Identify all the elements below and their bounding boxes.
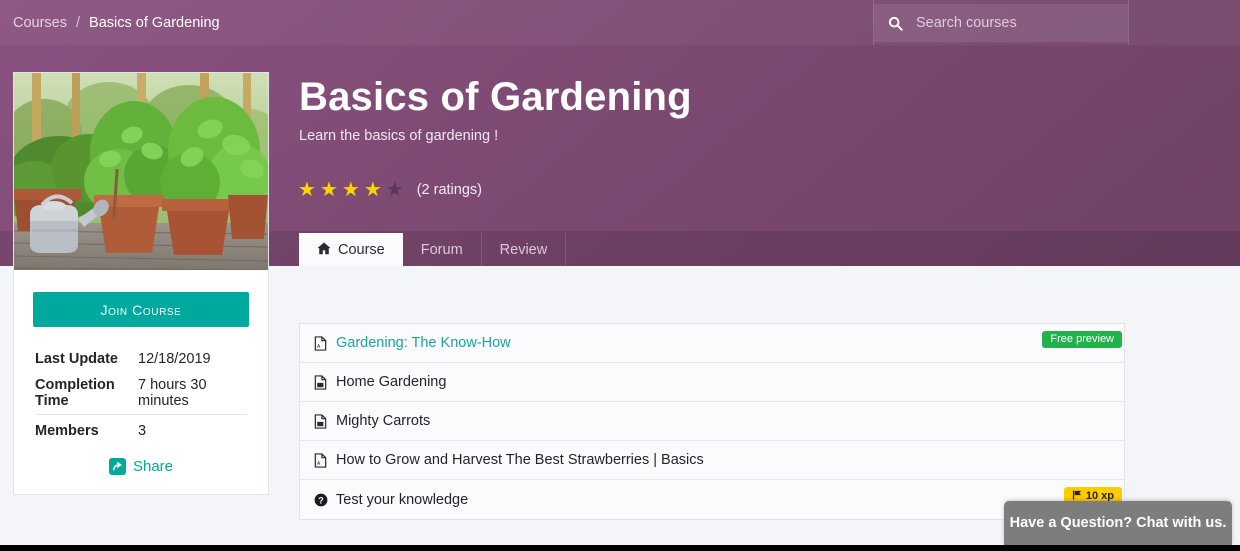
tab-review-label: Review	[499, 241, 548, 258]
home-icon	[317, 242, 331, 258]
star-icon: ★	[298, 179, 316, 201]
share-icon	[108, 458, 126, 475]
star-icon-empty: ★	[385, 179, 404, 201]
meta-key: Members	[35, 414, 138, 444]
list-item[interactable]: Mighty Carrots	[300, 402, 1124, 441]
tab-forum-label: Forum	[420, 241, 463, 258]
meta-key: Last Update	[35, 351, 118, 367]
rating-count-label: (2 ratings)	[416, 182, 482, 198]
tab-course[interactable]: Course	[299, 233, 403, 266]
list-item[interactable]: A Gardening: The Know-How Free preview	[300, 324, 1124, 363]
list-item[interactable]: ? Test your knowledge 10 xp	[300, 480, 1124, 519]
meta-key: Completion Time	[35, 377, 115, 409]
meta-row-last-update: Last Update 12/18/2019	[35, 346, 247, 372]
breadcrumb-separator: /	[76, 14, 81, 31]
meta-row-members: Members 3	[35, 414, 247, 444]
join-course-button[interactable]: Join Course	[33, 292, 249, 327]
meta-value: 3	[138, 414, 247, 444]
course-tabs: Course Forum Review	[299, 233, 567, 266]
search-right-divider	[1128, 0, 1129, 45]
free-preview-badge: Free preview	[1042, 331, 1122, 348]
svg-text:A: A	[317, 461, 321, 467]
meta-row-completion-time: Completion Time 7 hours 30 minutes	[35, 372, 247, 415]
breadcrumb: Courses / Basics of Gardening	[13, 0, 220, 45]
svg-text:A: A	[317, 344, 321, 350]
chat-widget[interactable]: Have a Question? Chat with us.	[1004, 501, 1232, 545]
page-title: Basics of Gardening	[299, 75, 692, 119]
list-item-label: How to Grow and Harvest The Best Strawbe…	[336, 452, 704, 468]
star-icon: ★	[341, 179, 360, 201]
list-item-label: Gardening: The Know-How	[336, 335, 511, 351]
search-icon	[874, 16, 916, 31]
pdf-file-icon: A	[314, 452, 336, 468]
image-file-icon	[314, 374, 336, 390]
course-content-list: A Gardening: The Know-How Free preview H…	[299, 323, 1125, 520]
search-box[interactable]	[874, 4, 1128, 42]
list-item-label: Mighty Carrots	[336, 413, 431, 429]
list-item[interactable]: Home Gardening	[300, 363, 1124, 402]
image-file-icon	[314, 413, 336, 429]
svg-text:?: ?	[318, 495, 324, 505]
breadcrumb-current: Basics of Gardening	[89, 14, 220, 31]
list-item[interactable]: A How to Grow and Harvest The Best Straw…	[300, 441, 1124, 480]
course-subtitle: Learn the basics of gardening !	[299, 128, 499, 144]
star-icon: ★	[319, 179, 338, 201]
share-label: Share	[132, 458, 174, 475]
tab-review[interactable]: Review	[482, 233, 567, 266]
list-item-label: Home Gardening	[336, 374, 447, 390]
course-rating: ★ ★ ★ ★ ★ (2 ratings)	[298, 180, 482, 200]
question-circle-icon: ?	[314, 493, 336, 507]
tab-course-label: Course	[338, 241, 385, 258]
bottom-bar	[0, 545, 1240, 551]
meta-value: 7 hours 30 minutes	[138, 377, 207, 409]
share-button[interactable]: Share	[14, 458, 268, 475]
course-thumbnail	[14, 73, 268, 270]
breadcrumb-link-courses[interactable]: Courses	[13, 15, 67, 31]
chat-widget-label: Have a Question? Chat with us.	[1009, 515, 1227, 531]
search-input[interactable]	[916, 15, 1128, 31]
course-meta-table: Last Update 12/18/2019 Completion Time 7…	[35, 346, 247, 444]
list-item-label: Test your knowledge	[336, 491, 469, 508]
meta-value: 12/18/2019	[138, 351, 211, 367]
tab-forum[interactable]: Forum	[403, 233, 482, 266]
star-icon: ★	[363, 179, 382, 201]
pdf-file-icon: A	[314, 335, 336, 351]
course-sidebar-card: Join Course Last Update 12/18/2019 Compl…	[13, 72, 269, 495]
course-page: Courses / Basics of Gardening Basics of …	[0, 0, 1240, 551]
